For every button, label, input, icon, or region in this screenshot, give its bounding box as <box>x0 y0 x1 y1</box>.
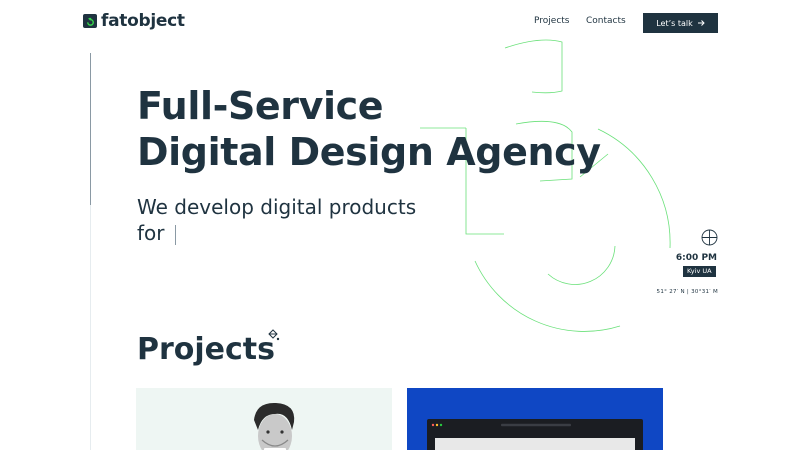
hero-subtitle-line-1: We develop digital products <box>137 195 417 219</box>
hero-title: Full-Service Digital Design Agency <box>137 83 601 175</box>
browser-mockup <box>427 419 643 450</box>
arrow-right-icon <box>697 20 705 26</box>
coordinates-readout: 51° 27′ N | 30°31′ M <box>656 289 718 295</box>
logo[interactable]: fatobject <box>83 11 185 31</box>
project-card-portrait[interactable] <box>136 388 392 450</box>
lets-talk-label: Let’s talk <box>656 18 693 28</box>
browser-content-area <box>435 438 635 450</box>
lets-talk-button[interactable]: Let’s talk <box>643 13 718 33</box>
page-divider-line <box>90 205 91 450</box>
project-card-browser[interactable] <box>407 388 663 450</box>
typing-cursor <box>174 224 176 245</box>
hero-subtitle-line-2: for <box>137 221 165 245</box>
paint-bucket-icon <box>268 329 280 341</box>
local-time: 6:00 PM <box>675 253 717 263</box>
hero-title-line-2: Digital Design Agency <box>137 130 601 174</box>
logo-mark-icon <box>83 14 97 28</box>
hero-title-line-1: Full-Service <box>137 84 384 128</box>
globe-icon <box>701 229 718 246</box>
nav-contacts[interactable]: Contacts <box>586 16 626 26</box>
city-badge: Kyiv UA <box>683 266 716 277</box>
projects-heading: Projects <box>137 332 276 367</box>
browser-toolbar <box>431 423 571 427</box>
person-photo <box>254 402 295 450</box>
hero-subtitle: We develop digital products for <box>137 194 416 246</box>
nav-projects[interactable]: Projects <box>534 16 569 26</box>
scroll-indicator-line <box>90 53 91 205</box>
logo-text: fatobject <box>101 11 185 31</box>
